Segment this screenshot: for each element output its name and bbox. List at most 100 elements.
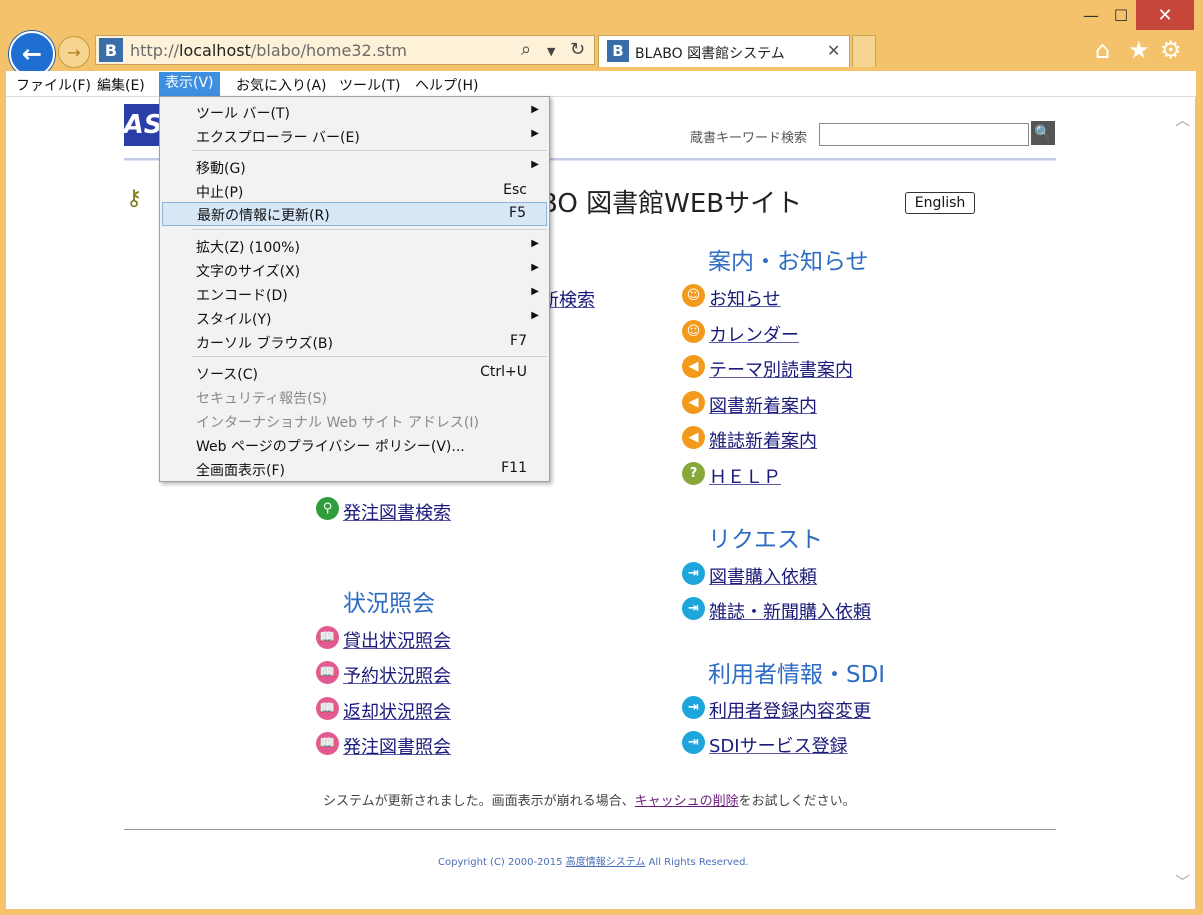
status-heading: 状況照会 bbox=[343, 591, 435, 617]
loan-status-link[interactable]: 貸出状況照会 bbox=[343, 627, 451, 653]
menu-item-text-size[interactable]: 文字のサイズ(X) ▶ bbox=[160, 258, 549, 282]
speaker-icon: ◀ bbox=[682, 426, 705, 449]
clear-cache-link[interactable]: キャッシュの削除 bbox=[635, 794, 739, 809]
menu-item-security-report: セキュリティ報告(S) bbox=[196, 391, 327, 407]
sdi-link[interactable]: SDIサービス登録 bbox=[709, 732, 848, 758]
site-logo: AS bbox=[124, 104, 162, 146]
search-button[interactable]: 🔍 bbox=[1031, 121, 1055, 145]
minimize-button[interactable]: — bbox=[1076, 0, 1106, 30]
keys-icon: ⚷ bbox=[126, 186, 143, 211]
submenu-arrow-icon: ▶ bbox=[531, 159, 539, 170]
submenu-arrow-icon: ▶ bbox=[531, 238, 539, 249]
enter-icon: ⇥ bbox=[682, 562, 705, 585]
menu-item-source[interactable]: ソース(C) Ctrl+U bbox=[160, 361, 549, 385]
speaker-icon: ◀ bbox=[682, 391, 705, 414]
search-input[interactable] bbox=[819, 123, 1029, 146]
english-link[interactable]: English bbox=[905, 192, 975, 214]
order-search-link[interactable]: 発注図書検索 bbox=[343, 499, 451, 525]
menu-item-explorer-bar[interactable]: エクスプローラー バー(E) ▶ bbox=[160, 124, 549, 148]
star-icon[interactable]: ★ bbox=[1128, 36, 1150, 64]
vertical-scrollbar[interactable]: ︿ ﹀ bbox=[1170, 97, 1195, 909]
theme-reading-link[interactable]: テーマ別読書案内 bbox=[709, 356, 853, 382]
arrow-left-icon: ← bbox=[21, 40, 43, 68]
menu-item-international-address: インターナショナル Web サイト アドレス(I) bbox=[196, 415, 479, 431]
address-bar[interactable]: B http://localhost/blabo/home32.stm ⌕ ▼ … bbox=[95, 35, 595, 65]
refresh-icon[interactable]: ↻ bbox=[570, 39, 585, 60]
view-menu-dropdown: ツール バー(T) ▶ エクスプローラー バー(E) ▶ 移動(G) ▶ 中止(P) E… bbox=[159, 96, 550, 482]
menu-item-privacy-policy[interactable]: Web ページのプライバシー ポリシー(V)... bbox=[160, 433, 549, 457]
menu-separator bbox=[192, 150, 547, 151]
menu-item-fullscreen[interactable]: 全画面表示(F) F11 bbox=[160, 457, 549, 481]
menu-item-style[interactable]: スタイル(Y) ▶ bbox=[160, 306, 549, 330]
maximize-button[interactable]: ☐ bbox=[1106, 0, 1136, 30]
menu-item-encoding[interactable]: エンコード(D) ▶ bbox=[160, 282, 549, 306]
tab-favicon: B bbox=[607, 40, 629, 62]
site-favicon: B bbox=[99, 38, 123, 62]
menu-separator bbox=[192, 356, 547, 357]
help-link[interactable]: ＨＥＬＰ bbox=[709, 463, 781, 489]
search-icon[interactable]: ⌕ bbox=[521, 39, 531, 60]
news-link[interactable]: お知らせ bbox=[709, 285, 781, 311]
footer-divider bbox=[124, 829, 1056, 830]
speaker-icon: ◀ bbox=[682, 355, 705, 378]
book-icon: 📖 bbox=[316, 697, 339, 720]
menu-tools[interactable]: ツール(T) bbox=[339, 75, 400, 95]
new-tab-button[interactable] bbox=[852, 35, 876, 67]
book-request-link[interactable]: 図書購入依頼 bbox=[709, 563, 817, 589]
enter-icon: ⇥ bbox=[682, 696, 705, 719]
company-link[interactable]: 高度情報システム bbox=[566, 857, 646, 868]
menu-item-zoom[interactable]: 拡大(Z) (100%) ▶ bbox=[160, 234, 549, 258]
submenu-arrow-icon: ▶ bbox=[531, 286, 539, 297]
tab-title: BLABO 図書館システム bbox=[635, 46, 785, 62]
submenu-arrow-icon: ▶ bbox=[531, 128, 539, 139]
menu-help[interactable]: ヘルプ(H) bbox=[415, 75, 478, 95]
menu-separator bbox=[192, 229, 547, 230]
arrow-right-icon: → bbox=[67, 42, 81, 62]
page-title: BO 図書館WEBサイト bbox=[540, 189, 803, 219]
new-magazines-link[interactable]: 雑誌新着案内 bbox=[709, 427, 817, 453]
gear-icon[interactable]: ⚙ bbox=[1160, 36, 1182, 64]
chevron-down-icon[interactable]: ▼ bbox=[547, 45, 555, 58]
scroll-down-icon[interactable]: ﹀ bbox=[1175, 871, 1190, 892]
submenu-arrow-icon: ▶ bbox=[531, 104, 539, 115]
request-heading: リクエスト bbox=[708, 527, 823, 553]
menu-file[interactable]: ファイル(F) bbox=[16, 75, 91, 95]
menu-item-caret-browsing[interactable]: カーソル ブラウズ(B) F7 bbox=[160, 330, 549, 354]
new-books-link[interactable]: 図書新着案内 bbox=[709, 392, 817, 418]
search-label: 蔵書キーワード検索 bbox=[690, 131, 808, 146]
book-icon: 📖 bbox=[316, 732, 339, 755]
update-notice: システムが更新されました。画面表示が崩れる場合、キャッシュの削除をお試しください… bbox=[323, 794, 856, 809]
menu-item-toolbar[interactable]: ツール バー(T) ▶ bbox=[160, 100, 549, 124]
copyright: Copyright (C) 2000-2015 高度情報システム All Rig… bbox=[438, 857, 749, 868]
menu-favorites[interactable]: お気に入り(A) bbox=[236, 75, 327, 95]
book-icon: 📖 bbox=[316, 661, 339, 684]
menu-item-refresh[interactable]: 最新の情報に更新(R) F5 bbox=[162, 202, 547, 226]
reservation-status-link[interactable]: 予約状況照会 bbox=[343, 662, 451, 688]
calendar-link[interactable]: カレンダー bbox=[709, 321, 799, 347]
forward-button[interactable]: → bbox=[58, 36, 90, 68]
menu-view[interactable]: 表示(V) bbox=[159, 72, 220, 96]
address-url[interactable]: http://localhost/blabo/home32.stm bbox=[130, 41, 407, 60]
magnifier-icon: ⚲ bbox=[316, 497, 339, 520]
submenu-arrow-icon: ▶ bbox=[531, 262, 539, 273]
order-status-link[interactable]: 発注図書照会 bbox=[343, 733, 451, 759]
tab-close-icon[interactable]: ✕ bbox=[827, 41, 840, 60]
user-edit-link[interactable]: 利用者登録内容変更 bbox=[709, 697, 871, 723]
person-icon: ☺ bbox=[682, 320, 705, 343]
book-icon: 📖 bbox=[316, 626, 339, 649]
menu-item-go[interactable]: 移動(G) ▶ bbox=[160, 155, 549, 179]
person-icon: ☺ bbox=[682, 284, 705, 307]
home-icon[interactable]: ⌂ bbox=[1095, 36, 1110, 64]
menu-item-stop[interactable]: 中止(P) Esc bbox=[160, 179, 549, 203]
menu-bar: ファイル(F) 編集(E) 表示(V) お気に入り(A) ツール(T) ヘルプ(… bbox=[6, 71, 1196, 97]
magazine-request-link[interactable]: 雑誌・新聞購入依頼 bbox=[709, 598, 871, 624]
return-status-link[interactable]: 返却状況照会 bbox=[343, 698, 451, 724]
question-icon: ? bbox=[682, 462, 705, 485]
info-heading: 案内・お知らせ bbox=[708, 249, 869, 275]
menu-edit[interactable]: 編集(E) bbox=[97, 75, 145, 95]
enter-icon: ⇥ bbox=[682, 731, 705, 754]
close-window-button[interactable]: ✕ bbox=[1136, 0, 1194, 30]
tab-blabo[interactable]: B BLABO 図書館システム ✕ bbox=[598, 35, 850, 67]
search-icon: 🔍 bbox=[1034, 125, 1052, 141]
scroll-up-icon[interactable]: ︿ bbox=[1175, 109, 1190, 130]
